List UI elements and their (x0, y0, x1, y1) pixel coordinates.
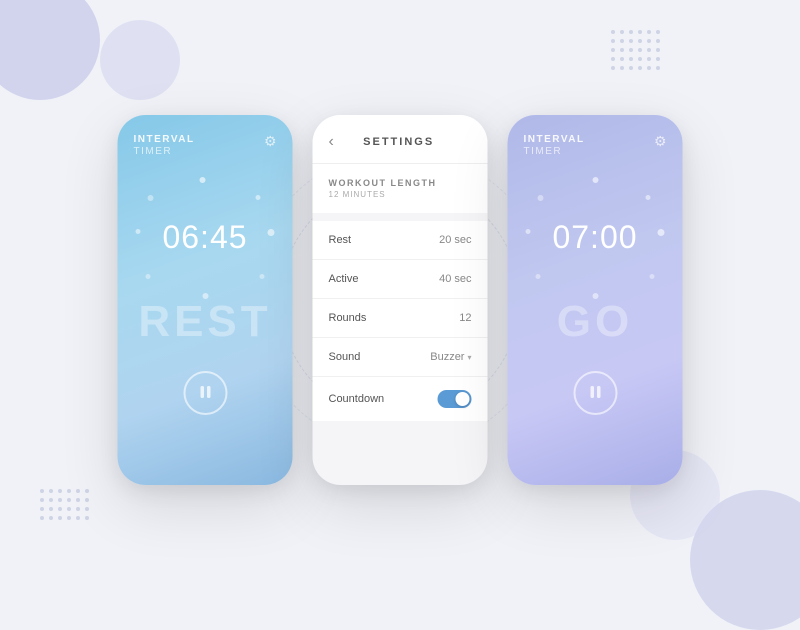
phone-right-subtitle: TIMER (524, 146, 585, 157)
orbit-dot-8 (146, 274, 151, 279)
phone-left-title-group: INTERVAL TIMER (134, 133, 195, 157)
rest-label: Rest (329, 234, 352, 246)
countdown-toggle[interactable] (438, 390, 472, 408)
sound-value-group: Buzzer ▾ (430, 351, 471, 363)
phone-right-clock-area: 07:00 (508, 167, 683, 307)
orbit-dot-1 (199, 177, 205, 183)
active-label: Active (329, 273, 359, 285)
phone-right-time: 07:00 (552, 219, 637, 256)
settings-row-active[interactable]: Active 40 sec (313, 260, 488, 299)
workout-section: WORKOUT LENGTH 12 MINUTES (313, 164, 488, 213)
settings-row-rest[interactable]: Rest 20 sec (313, 221, 488, 260)
orbit-dot-r4 (650, 274, 655, 279)
bg-decor-circle-tr (100, 20, 180, 100)
bg-decor-circle-tl (0, 0, 100, 100)
settings-row-rounds[interactable]: Rounds 12 (313, 299, 488, 338)
rounds-value: 12 (459, 312, 471, 324)
phones-container: INTERVAL TIMER ⚙ 06:45 REST (118, 115, 683, 485)
gear-icon-right[interactable]: ⚙ (654, 133, 667, 150)
rounds-label: Rounds (329, 312, 367, 324)
sound-value-text: Buzzer (430, 351, 464, 363)
toggle-thumb (456, 392, 470, 406)
orbit-dot-2 (256, 195, 261, 200)
sound-label: Sound (329, 351, 361, 363)
phone-left-title: INTERVAL (134, 133, 195, 146)
phone-left-time: 06:45 (162, 219, 247, 256)
orbit-dot-r7 (538, 195, 544, 201)
pause-button-right[interactable] (573, 371, 617, 415)
orbit-dot-r5 (592, 293, 598, 299)
orbit-dot-r3 (658, 229, 665, 236)
rest-value: 20 sec (439, 234, 471, 246)
phone-center: ‹ SETTINGS WORKOUT LENGTH 12 MINUTES Res… (313, 115, 488, 485)
phone-left: INTERVAL TIMER ⚙ 06:45 REST (118, 115, 293, 485)
gear-icon-left[interactable]: ⚙ (264, 133, 277, 150)
settings-title: SETTINGS (342, 136, 472, 148)
countdown-label: Countdown (329, 393, 385, 405)
orbit-dot-3 (268, 229, 275, 236)
workout-value: 12 MINUTES (329, 190, 472, 199)
settings-row-countdown[interactable]: Countdown (313, 377, 488, 421)
settings-row-sound[interactable]: Sound Buzzer ▾ (313, 338, 488, 377)
active-value: 40 sec (439, 273, 471, 285)
phone-right-title-group: INTERVAL TIMER (524, 133, 585, 157)
phone-right-header: INTERVAL TIMER ⚙ (508, 115, 683, 157)
phone-right-title: INTERVAL (524, 133, 585, 146)
back-button[interactable]: ‹ (329, 133, 334, 151)
pause-button-left[interactable] (183, 371, 227, 415)
workout-label: WORKOUT LENGTH (329, 178, 472, 188)
orbit-dot-r6 (526, 229, 531, 234)
pause-icon-right (589, 385, 601, 402)
orbit-dot-4 (260, 274, 265, 279)
orbit-dot-7 (148, 195, 154, 201)
phone-left-clock-area: 06:45 (118, 167, 293, 307)
orbit-dot-5 (202, 293, 208, 299)
phone-left-header: INTERVAL TIMER ⚙ (118, 115, 293, 157)
phone-left-subtitle: TIMER (134, 146, 195, 157)
dropdown-arrow-icon: ▾ (467, 353, 471, 362)
orbit-dot-r1 (592, 177, 598, 183)
dot-grid-bl (40, 489, 89, 520)
orbit-dot-r2 (646, 195, 651, 200)
settings-list: Rest 20 sec Active 40 sec Rounds 12 Soun… (313, 221, 488, 421)
settings-header: ‹ SETTINGS (313, 115, 488, 164)
orbit-dot-r8 (536, 274, 541, 279)
pause-icon-left (199, 385, 211, 402)
phone-right: INTERVAL TIMER ⚙ 07:00 GO (508, 115, 683, 485)
dot-grid-tr (611, 30, 660, 70)
orbit-dot-6 (136, 229, 141, 234)
